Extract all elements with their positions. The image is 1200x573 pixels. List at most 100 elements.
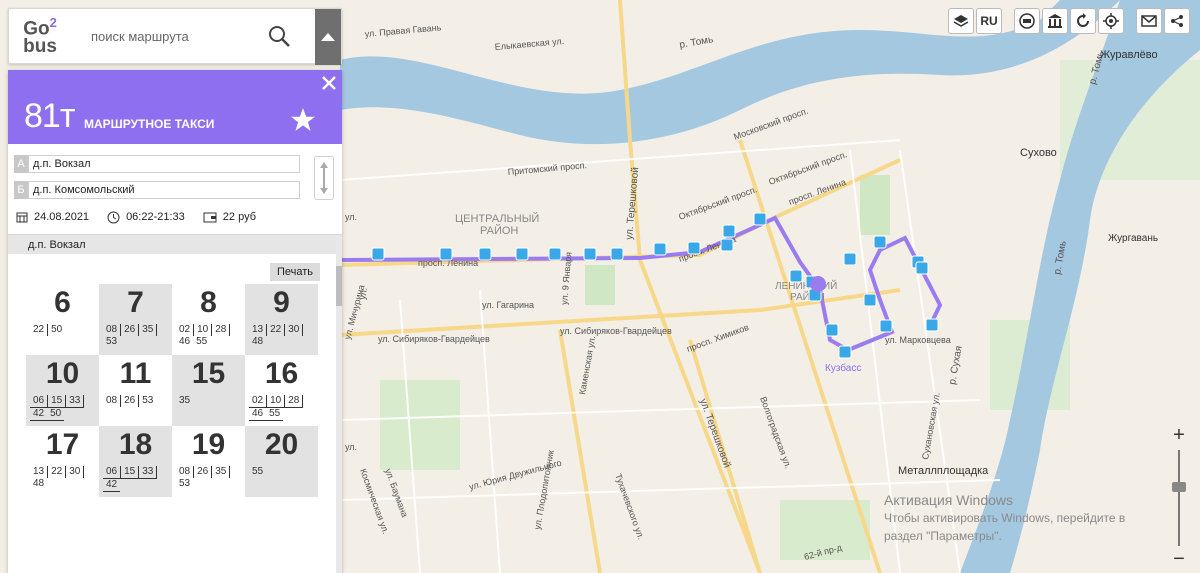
bus-stop-icon[interactable] bbox=[789, 269, 803, 283]
schedule-minute: 50 bbox=[51, 324, 63, 335]
schedule-hour-cell: 20 55 bbox=[245, 426, 318, 497]
close-button[interactable] bbox=[318, 72, 340, 94]
zoom-track[interactable] bbox=[1178, 450, 1180, 546]
park-area bbox=[585, 265, 615, 305]
calendar-icon bbox=[16, 212, 28, 223]
bus-stop-icon[interactable] bbox=[879, 319, 893, 333]
bus-stop-icon[interactable] bbox=[915, 261, 929, 275]
schedule-minutes: 02 10 28 46 55 bbox=[245, 395, 318, 421]
schedule-hour: 10 bbox=[45, 357, 80, 390]
schedule-minutes: 55 bbox=[245, 466, 318, 478]
bus-stop-icon[interactable] bbox=[863, 293, 877, 307]
schedule-hour-cell: 18 06 15 33 42 bbox=[99, 426, 172, 497]
bus-stop-icon[interactable] bbox=[439, 247, 453, 261]
zoom-handle[interactable] bbox=[1172, 482, 1186, 492]
schedule-hour: 6 bbox=[54, 286, 71, 319]
mail-icon bbox=[1141, 15, 1157, 27]
watermark-title: Активация Windows bbox=[884, 492, 1014, 508]
schedule-minute: 22 bbox=[48, 466, 67, 478]
schedule-minute: 35 bbox=[139, 324, 158, 336]
schedule-minutes: 06 15 33 42 50 bbox=[26, 395, 99, 421]
schedule-minute: 08 bbox=[176, 466, 195, 478]
bus-stop-icon[interactable] bbox=[583, 247, 597, 261]
stop-b-letter: Б bbox=[14, 181, 28, 199]
schedule-minute: 13 bbox=[249, 324, 268, 336]
scrollbar-thumb[interactable] bbox=[336, 266, 342, 306]
bus-stop-icon[interactable] bbox=[753, 212, 767, 226]
bus-stop-icon[interactable] bbox=[720, 238, 734, 252]
schedule-hour-cell: 16 02 10 28 46 55 bbox=[245, 355, 318, 426]
mail-button[interactable] bbox=[1136, 8, 1162, 34]
schedule-minute: 26 bbox=[194, 466, 213, 478]
schedule-hour: 19 bbox=[191, 428, 226, 461]
zoom-in-button[interactable]: + bbox=[1168, 424, 1190, 446]
clock-icon bbox=[107, 211, 120, 223]
bus-stop-icon[interactable] bbox=[925, 318, 939, 332]
schedule-hour-cell: 9 13 22 30 48 bbox=[245, 284, 318, 355]
swap-direction-button[interactable] bbox=[314, 156, 334, 200]
schedule-minute: 33 bbox=[139, 466, 158, 479]
bus-stop-icon[interactable] bbox=[371, 247, 385, 261]
date-text: 24.08.2021 bbox=[34, 211, 90, 223]
schedule-minute: 15 bbox=[121, 466, 140, 479]
zoom-out-button[interactable]: − bbox=[1168, 548, 1190, 570]
schedule-minute: 30 bbox=[285, 324, 304, 336]
schedule-minute: 02 bbox=[249, 395, 268, 408]
logo-text: bus bbox=[23, 35, 57, 57]
collapse-button[interactable] bbox=[315, 9, 341, 65]
transport-button[interactable] bbox=[1014, 8, 1040, 34]
schedule-minute: 08 bbox=[103, 324, 122, 336]
bus-stop-icon[interactable] bbox=[515, 247, 529, 261]
bus-stop-icon[interactable] bbox=[843, 252, 857, 266]
bus-stop-icon[interactable] bbox=[838, 345, 852, 359]
language-button[interactable]: RU bbox=[976, 8, 1002, 34]
locate-button[interactable] bbox=[1098, 8, 1124, 34]
schedule-hour-cell: 17 13 22 30 48 bbox=[26, 426, 99, 497]
schedule-minutes: 13 22 30 48 bbox=[26, 466, 99, 490]
schedule-hour-cell: 8 02 10 28 46 55 bbox=[172, 284, 245, 355]
share-button[interactable] bbox=[1164, 8, 1190, 34]
stop-a-row: А д.п. Вокзал bbox=[14, 154, 342, 174]
stop-b-field[interactable]: д.п. Комсомольский bbox=[28, 181, 300, 199]
bus-stop-icon[interactable] bbox=[478, 247, 492, 261]
bus-stop-icon[interactable] bbox=[687, 241, 701, 255]
favorite-star-icon[interactable] bbox=[290, 107, 316, 133]
schedule-hour: 18 bbox=[118, 428, 153, 461]
stop-b-row: Б д.п. Комсомольский bbox=[14, 180, 342, 200]
schedule-minute: 50 bbox=[47, 408, 65, 421]
schedule-minute: 42 bbox=[103, 479, 121, 492]
search-input[interactable] bbox=[71, 21, 261, 51]
refresh-button[interactable] bbox=[1070, 8, 1096, 34]
museum-button[interactable] bbox=[1042, 8, 1068, 34]
stop-a-field[interactable]: д.п. Вокзал bbox=[28, 155, 300, 173]
map-toolbar-middle bbox=[1014, 8, 1124, 34]
schedule-minute: 48 bbox=[252, 336, 264, 347]
schedule-minute: 28 bbox=[212, 324, 231, 336]
bus-stop-icon[interactable] bbox=[722, 224, 736, 238]
layers-button[interactable] bbox=[948, 8, 974, 34]
bus-stop-icon[interactable] bbox=[610, 247, 624, 261]
search-button[interactable] bbox=[263, 20, 295, 52]
wallet-icon bbox=[203, 212, 217, 222]
schedule-minute: 02 bbox=[176, 324, 195, 336]
schedule-minute: 22 bbox=[267, 324, 286, 336]
logo[interactable]: Go2 bus bbox=[9, 8, 71, 64]
place-label: Журавлёво bbox=[1100, 49, 1158, 61]
print-button[interactable]: Печать bbox=[269, 263, 320, 281]
schedule-minute: 55 bbox=[266, 408, 284, 421]
bus-stop-icon[interactable] bbox=[548, 247, 562, 261]
district-label: РАЙОН bbox=[480, 224, 518, 237]
route-info-row: 24.08.2021 06:22-21:33 22 руб bbox=[8, 206, 342, 228]
bus-stop-icon[interactable] bbox=[873, 235, 887, 249]
price-text: 22 руб bbox=[222, 211, 256, 223]
schedule-minute: 15 bbox=[48, 395, 67, 408]
schedule-hour: 7 bbox=[127, 286, 144, 319]
car-icon bbox=[1019, 13, 1035, 29]
schedule-minute: 53 bbox=[179, 478, 191, 489]
route-card: 81т МАРШРУТНОЕ ТАКСИ А д.п. Вокзал Б д.п… bbox=[8, 70, 342, 573]
bus-stop-icon[interactable] bbox=[653, 242, 667, 256]
hours-text: 06:22-21:33 bbox=[126, 211, 185, 223]
bus-stop-icon[interactable] bbox=[825, 323, 839, 337]
current-stop-bar[interactable]: д.п. Вокзал bbox=[8, 234, 342, 254]
schedule-scrollbar[interactable] bbox=[336, 236, 342, 573]
